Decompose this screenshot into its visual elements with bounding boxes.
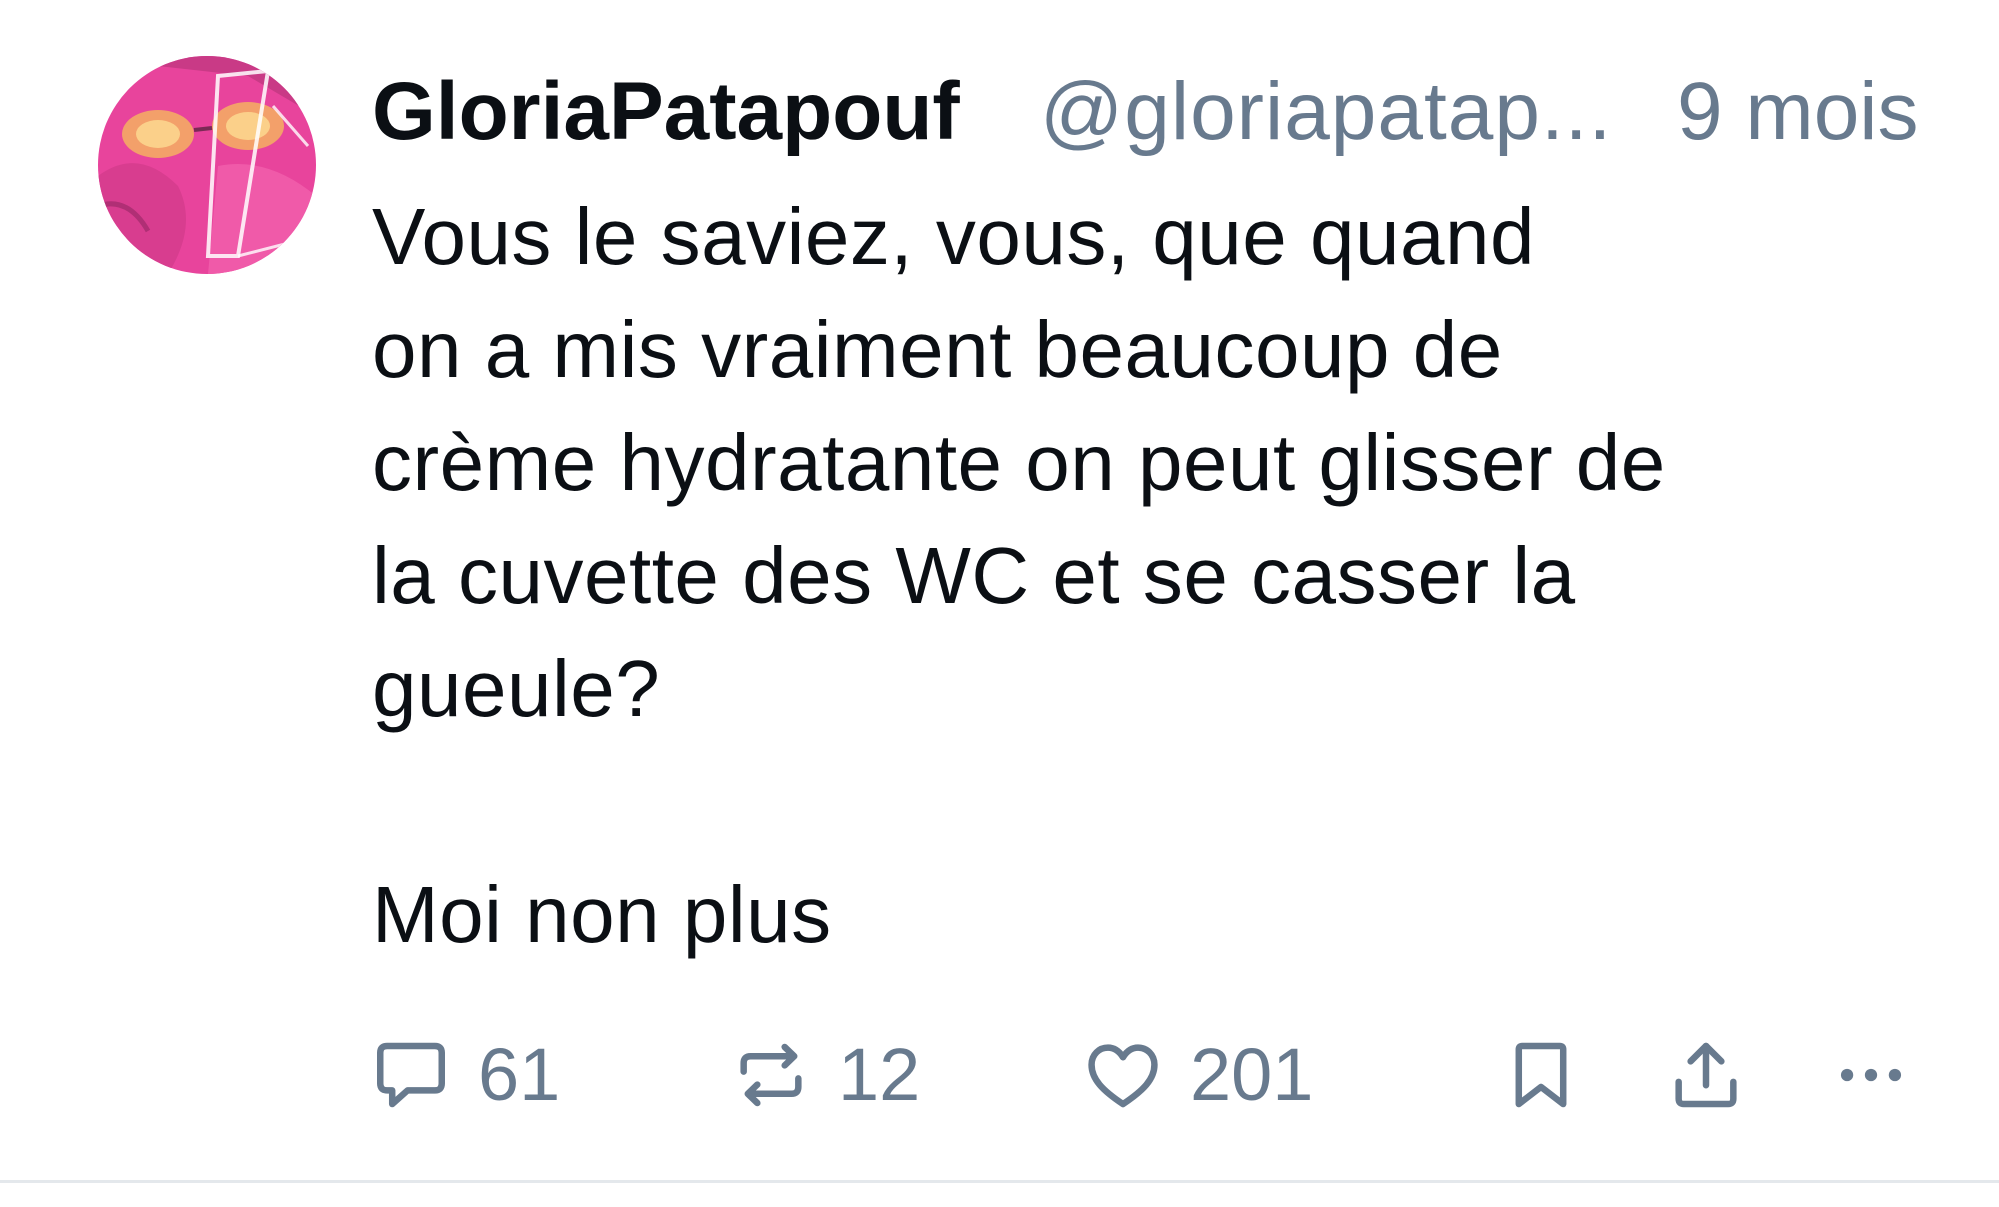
post-body-line: Moi non plus bbox=[372, 870, 832, 959]
reply-button[interactable]: 61 bbox=[370, 1030, 560, 1120]
post-body-blank-line bbox=[372, 745, 1932, 858]
post-body-line: la cuvette des WC et se casser la bbox=[372, 531, 1576, 620]
more-options-button[interactable] bbox=[1830, 1030, 1912, 1120]
post-timestamp[interactable]: 9 mois bbox=[1677, 62, 1919, 162]
post-body-line: gueule? bbox=[372, 644, 661, 733]
repost-icon bbox=[740, 1043, 802, 1107]
post-body: Vous le saviez, vous, que quand on a mis… bbox=[372, 180, 1932, 971]
post-body-line: Vous le saviez, vous, que quand bbox=[372, 192, 1535, 281]
post-actions: 61 12 201 bbox=[370, 1030, 1930, 1120]
avatar[interactable] bbox=[98, 56, 316, 274]
post-card[interactable]: GloriaPatapouf @gloriapatap... 9 mois Vo… bbox=[0, 0, 1999, 1183]
post-header: GloriaPatapouf @gloriapatap... 9 mois bbox=[372, 62, 1952, 162]
like-count: 201 bbox=[1190, 1033, 1314, 1116]
comment-icon bbox=[377, 1042, 445, 1108]
author-handle[interactable]: @gloriapatap... bbox=[1040, 62, 1612, 162]
repost-count: 12 bbox=[838, 1033, 921, 1116]
avatar-image bbox=[98, 56, 316, 274]
bookmark-icon bbox=[1515, 1042, 1567, 1108]
author-display-name[interactable]: GloriaPatapouf bbox=[372, 62, 960, 162]
bookmark-button[interactable] bbox=[1500, 1030, 1582, 1120]
post-body-line: on a mis vraiment beaucoup de bbox=[372, 305, 1503, 394]
like-button[interactable]: 201 bbox=[1082, 1030, 1313, 1120]
share-button[interactable] bbox=[1665, 1030, 1747, 1120]
share-icon bbox=[1675, 1042, 1737, 1108]
repost-button[interactable]: 12 bbox=[730, 1030, 920, 1120]
post-body-line: crème hydratante on peut glisser de bbox=[372, 418, 1666, 507]
more-icon bbox=[1840, 1068, 1902, 1082]
heart-icon bbox=[1088, 1044, 1158, 1108]
reply-count: 61 bbox=[478, 1033, 561, 1116]
